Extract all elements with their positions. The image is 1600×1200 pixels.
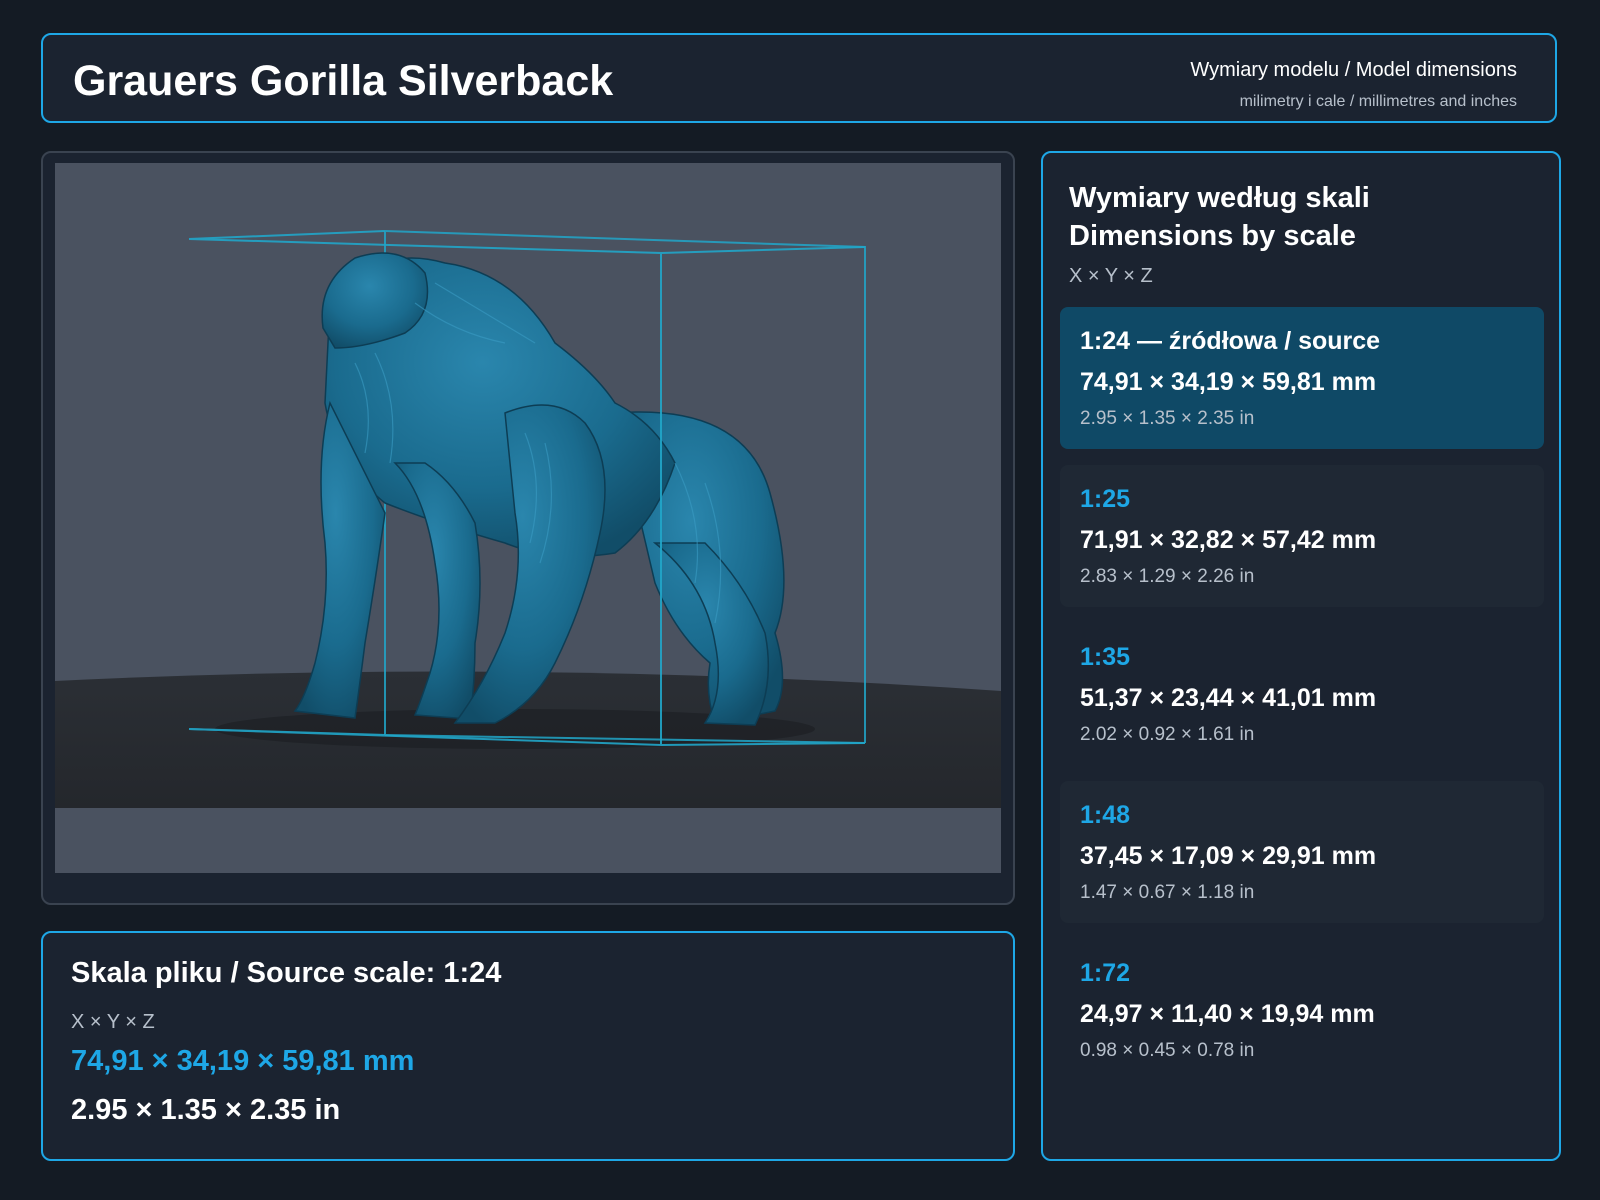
header-banner: Grauers Gorilla Silverback Wymiary model…: [41, 33, 1557, 123]
scale-card-1-24[interactable]: 1:24 — źródłowa / source 74,91 × 34,19 ×…: [1060, 307, 1544, 449]
source-dimensions-mm: 74,91 × 34,19 × 59,81 mm: [71, 1045, 415, 1077]
scale-label: 1:48: [1080, 801, 1131, 829]
page-title: Grauers Gorilla Silverback: [73, 57, 614, 105]
scale-label: 1:35: [1080, 643, 1131, 671]
scale-card-1-48[interactable]: 1:48 37,45 × 17,09 × 29,91 mm 1.47 × 0.6…: [1060, 781, 1544, 923]
scale-panel-title-line2: Dimensions by scale: [1069, 220, 1356, 252]
scale-card-1-25[interactable]: 1:25 71,91 × 32,82 × 57,42 mm 2.83 × 1.2…: [1060, 465, 1544, 607]
source-axes-label: X × Y × Z: [71, 1011, 155, 1033]
scale-label: 1:72: [1080, 959, 1131, 987]
scale-label: 1:25: [1080, 485, 1131, 513]
viewport-bottom-strip: [55, 808, 1001, 873]
header-subtitle: Wymiary modelu / Model dimensions: [1190, 59, 1517, 81]
scale-dimensions-inches: 2.02 × 0.92 × 1.61 in: [1080, 724, 1255, 745]
scale-dimensions-panel: Wymiary według skali Dimensions by scale…: [1041, 151, 1561, 1161]
scale-dimensions-inches: 0.98 × 0.45 × 0.78 in: [1080, 1040, 1255, 1061]
scale-dimensions-mm: 24,97 × 11,40 × 19,94 mm: [1080, 1000, 1375, 1028]
scale-dimensions-inches: 2.83 × 1.29 × 2.26 in: [1080, 566, 1255, 587]
source-dimensions-inches: 2.95 × 1.35 × 2.35 in: [71, 1094, 341, 1126]
model-viewer-panel: [41, 151, 1015, 905]
scale-dimensions-inches: 1.47 × 0.67 × 1.18 in: [1080, 882, 1255, 903]
source-scale-title: Skala pliku / Source scale: 1:24: [71, 957, 502, 989]
scale-panel-title: Wymiary według skali Dimensions by scale: [1069, 179, 1370, 255]
scale-panel-title-line1: Wymiary według skali: [1069, 182, 1370, 214]
scale-card-1-72[interactable]: 1:72 24,97 × 11,40 × 19,94 mm 0.98 × 0.4…: [1060, 939, 1544, 1081]
scale-dimensions-mm: 37,45 × 17,09 × 29,91 mm: [1080, 842, 1377, 870]
gorilla-model-render: [55, 163, 1001, 873]
scale-card-1-35[interactable]: 1:35 51,37 × 23,44 × 41,01 mm 2.02 × 0.9…: [1060, 623, 1544, 765]
scale-dimensions-inches: 2.95 × 1.35 × 2.35 in: [1080, 408, 1255, 429]
source-scale-panel: Skala pliku / Source scale: 1:24 X × Y ×…: [41, 931, 1015, 1161]
header-units-note: milimetry i cale / millimetres and inche…: [1239, 93, 1517, 110]
scale-dimensions-mm: 71,91 × 32,82 × 57,42 mm: [1080, 526, 1377, 554]
scale-dimensions-mm: 74,91 × 34,19 × 59,81 mm: [1080, 368, 1377, 396]
scale-label: 1:24 — źródłowa / source: [1080, 327, 1381, 355]
scale-axes-label: X × Y × Z: [1069, 265, 1153, 287]
model-viewport[interactable]: [55, 163, 1001, 873]
scale-dimensions-mm: 51,37 × 23,44 × 41,01 mm: [1080, 684, 1377, 712]
